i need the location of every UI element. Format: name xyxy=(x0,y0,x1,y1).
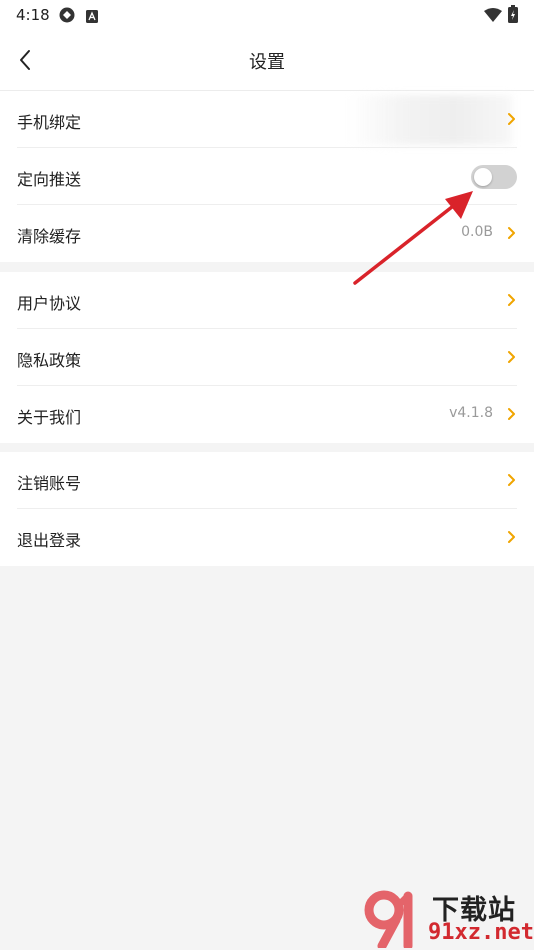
row-label: 退出登录 xyxy=(17,531,82,550)
row-label: 用户协议 xyxy=(17,294,82,313)
nav-bar: 设置 xyxy=(0,30,534,91)
settings-group-session: 注销账号 退出登录 xyxy=(0,452,534,566)
chevron-right-icon xyxy=(508,531,515,543)
watermark: 下载站 91xz.net xyxy=(362,888,534,948)
row-label: 隐私政策 xyxy=(17,351,82,370)
row-delete-account[interactable]: 注销账号 xyxy=(17,452,517,509)
row-logout[interactable]: 退出登录 xyxy=(17,509,517,566)
chevron-right-icon xyxy=(508,227,515,239)
toggle-knob xyxy=(474,168,492,186)
row-label: 定向推送 xyxy=(17,170,82,189)
settings-group-about: 用户协议 隐私政策 关于我们 v4.1.8 xyxy=(0,272,534,443)
battery-icon xyxy=(508,5,518,27)
watermark-brand-en: 91xz.net xyxy=(428,920,534,945)
font-icon xyxy=(86,8,98,27)
row-label: 手机绑定 xyxy=(17,113,82,132)
status-bar: 4:18 xyxy=(0,0,534,30)
row-label: 注销账号 xyxy=(17,474,82,493)
chevron-right-icon xyxy=(508,474,515,486)
chevron-right-icon xyxy=(508,351,515,363)
row-about-us[interactable]: 关于我们 v4.1.8 xyxy=(17,386,517,443)
annotation-arrow-icon xyxy=(353,191,473,285)
row-label: 清除缓存 xyxy=(17,227,82,246)
chevron-right-icon xyxy=(508,113,515,125)
version-value: v4.1.8 xyxy=(449,405,493,421)
page-title: 设置 xyxy=(249,52,285,73)
chevron-right-icon xyxy=(508,408,515,420)
redacted-phone-area xyxy=(347,95,512,145)
sync-icon xyxy=(58,6,76,28)
row-label: 关于我们 xyxy=(17,408,82,427)
row-phone-binding[interactable]: 手机绑定 xyxy=(17,91,517,148)
chevron-right-icon xyxy=(508,294,515,306)
status-time: 4:18 xyxy=(16,6,50,24)
watermark-logo-icon xyxy=(364,890,413,948)
row-privacy-policy[interactable]: 隐私政策 xyxy=(17,329,517,386)
wifi-icon xyxy=(484,7,502,26)
